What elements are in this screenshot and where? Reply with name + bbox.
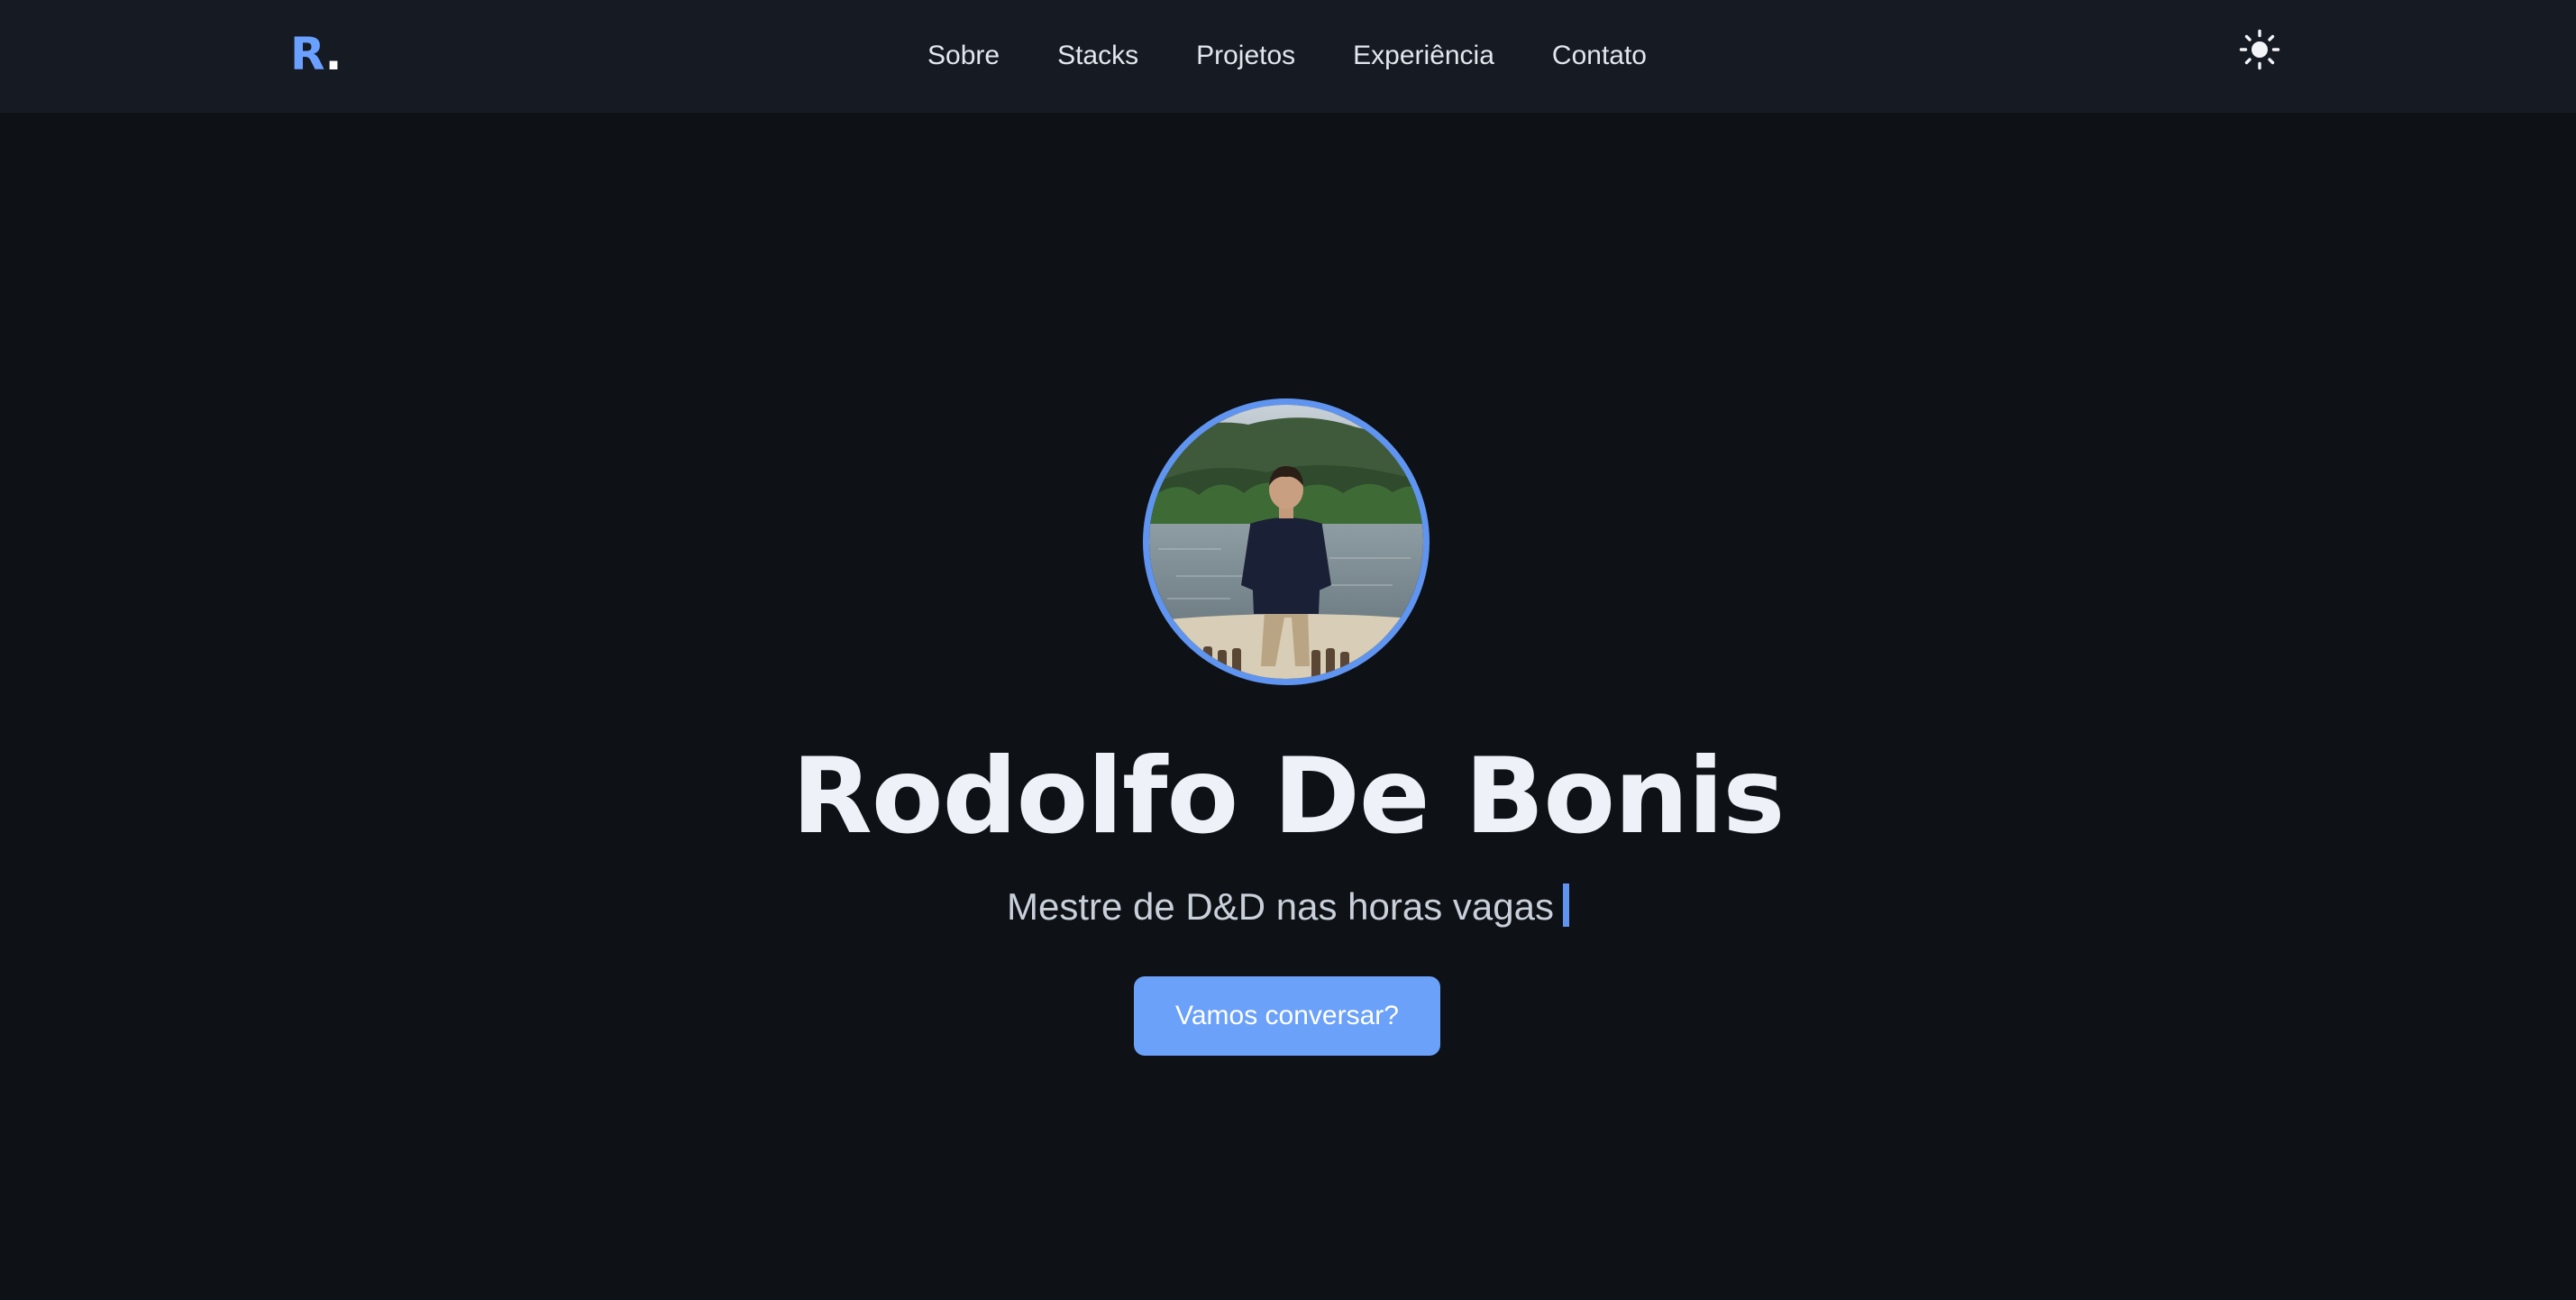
logo-dot: . bbox=[324, 28, 342, 80]
profile-photo-icon bbox=[1149, 405, 1423, 679]
hero-subtitle: Mestre de D&D nas horas vagas bbox=[0, 880, 2576, 934]
cta-button[interactable]: Vamos conversar? bbox=[1134, 976, 1440, 1056]
navbar: R. Sobre Stacks Projetos Experiência Con… bbox=[0, 0, 2576, 113]
nav-link-experiencia[interactable]: Experiência bbox=[1353, 41, 1494, 71]
nav-link-contato[interactable]: Contato bbox=[1552, 41, 1647, 71]
theme-toggle-button[interactable] bbox=[2237, 27, 2282, 72]
hero-section: Rodolfo De Bonis Mestre de D&D nas horas… bbox=[0, 112, 2576, 1300]
nav-link-sobre[interactable]: Sobre bbox=[927, 41, 1000, 71]
logo[interactable]: R. bbox=[290, 25, 342, 83]
typing-cursor bbox=[1562, 883, 1569, 927]
typing-text: Mestre de D&D nas horas vagas bbox=[1007, 885, 1554, 928]
nav-link-projetos[interactable]: Projetos bbox=[1196, 41, 1295, 71]
main-nav: Sobre Stacks Projetos Experiência Contat… bbox=[901, 0, 1673, 112]
nav-link-stacks[interactable]: Stacks bbox=[1057, 41, 1138, 71]
avatar bbox=[1143, 398, 1430, 685]
logo-letter: R bbox=[290, 28, 325, 80]
hero-name: Rodolfo De Bonis bbox=[791, 736, 1786, 857]
sun-icon bbox=[2239, 29, 2280, 70]
